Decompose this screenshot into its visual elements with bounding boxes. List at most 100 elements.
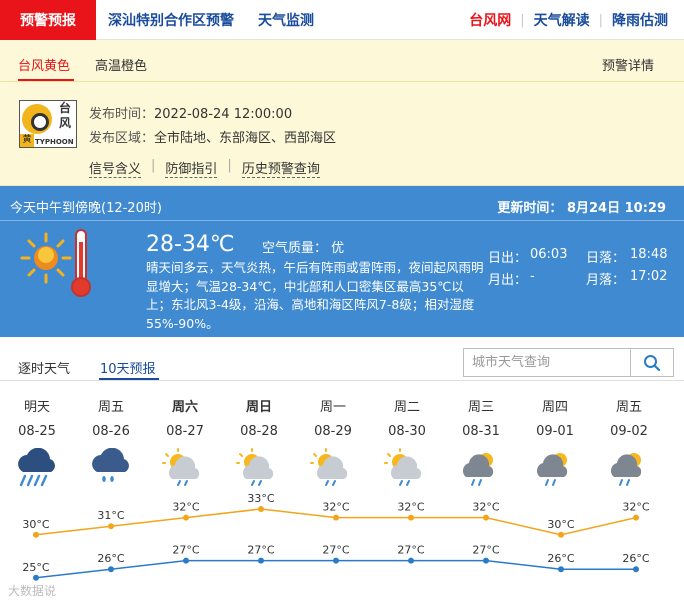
nav-tab-warning[interactable]: 预警预报 bbox=[0, 0, 96, 40]
forecast-day-column: 周二 08-30 bbox=[370, 396, 444, 488]
publish-area-label: 发布区域： bbox=[89, 131, 155, 146]
sunset-label: 日落： bbox=[586, 251, 626, 266]
nav-link-typhoon[interactable]: 台风网 bbox=[469, 10, 511, 30]
today-weather-panel: 今天中午到傍晚(12-20时) 更新时间： 8月24日 10:29 28-34℃… bbox=[0, 186, 684, 337]
sunset-time: 18:48 bbox=[630, 247, 668, 262]
low-temp-point bbox=[333, 557, 339, 564]
low-temp-point bbox=[408, 557, 414, 564]
tab-10-day[interactable]: 10天预报 bbox=[100, 358, 156, 377]
low-temp-label: 26°C bbox=[547, 552, 574, 565]
history-query-link[interactable]: 历史预警查询 bbox=[241, 158, 320, 178]
day-weekday: 周五 bbox=[615, 400, 642, 415]
low-temp-label: 27°C bbox=[247, 544, 274, 557]
publish-time-value: 2022-08-24 12:00:00 bbox=[154, 107, 293, 122]
low-temp-point bbox=[183, 557, 189, 564]
heavy-rain-icon bbox=[12, 447, 62, 488]
day-date: 09-02 bbox=[610, 424, 648, 439]
sun-cloud-rain-icon bbox=[308, 448, 358, 488]
day-weekday: 周三 bbox=[467, 400, 494, 415]
low-temp-label: 27°C bbox=[172, 544, 199, 557]
low-temp-point bbox=[33, 574, 39, 581]
nav-separator: | bbox=[520, 12, 525, 28]
high-temp-point bbox=[408, 514, 414, 521]
day-weekday: 周二 bbox=[393, 400, 420, 415]
nav-separator: | bbox=[598, 12, 603, 28]
day-date: 08-31 bbox=[462, 424, 500, 439]
high-temp-point bbox=[183, 514, 189, 521]
tab-typhoon-yellow[interactable]: 台风黄色 bbox=[18, 55, 70, 74]
tab-hourly[interactable]: 逐时天气 bbox=[18, 358, 70, 377]
warning-tabs: 台风黄色 高温橙色 预警详情 bbox=[0, 40, 684, 82]
forecast-day-column: 周三 08-31 bbox=[444, 396, 518, 488]
moonrise-label: 月出： bbox=[488, 273, 528, 288]
moonset-time: 17:02 bbox=[630, 269, 668, 284]
high-temp-label: 30°C bbox=[22, 518, 49, 531]
high-temp-label: 32°C bbox=[622, 501, 649, 514]
top-nav: 预警预报 深汕特别合作区预警 天气监测 台风网 | 天气解读 | 降雨估测 bbox=[0, 0, 684, 40]
sun-cloud-shower-icon bbox=[530, 448, 580, 488]
forecast-day-column: 周五 08-26 bbox=[74, 396, 148, 488]
sun-cloud-rain-icon bbox=[234, 448, 284, 488]
badge-level: 黄 bbox=[20, 134, 34, 147]
publish-area-value: 全市陆地、东部海区、西部海区 bbox=[154, 131, 337, 146]
nav-right-links: 台风网 | 天气解读 | 降雨估测 bbox=[469, 0, 668, 40]
nav-link-interpretation[interactable]: 天气解读 bbox=[534, 10, 590, 30]
high-temp-point bbox=[33, 531, 39, 538]
sun-cloud-shower-icon bbox=[456, 448, 506, 488]
low-temp-label: 27°C bbox=[322, 544, 349, 557]
sun-cloud-rain-icon bbox=[160, 448, 210, 488]
forecast-day-column: 周四 09-01 bbox=[518, 396, 592, 488]
high-temp-point bbox=[483, 514, 489, 521]
signal-meaning-link[interactable]: 信号含义 bbox=[89, 158, 142, 178]
typhoon-swirl-icon bbox=[22, 104, 52, 134]
air-quality: 空气质量： 优 bbox=[262, 241, 345, 256]
divider bbox=[0, 220, 684, 221]
forecast-day-column: 周五 09-02 bbox=[592, 396, 666, 488]
low-temp-point bbox=[633, 566, 639, 573]
high-temp-point bbox=[108, 523, 114, 530]
warning-links: 信号含义 | 防御指引 | 历史预警查询 bbox=[89, 158, 320, 178]
high-temp-label: 33°C bbox=[247, 492, 274, 505]
low-temp-label: 26°C bbox=[97, 552, 124, 565]
badge-title: 台风 bbox=[58, 101, 71, 130]
nav-link-monitor[interactable]: 天气监测 bbox=[258, 10, 314, 30]
high-temp-point bbox=[258, 506, 264, 512]
search-icon bbox=[644, 354, 661, 371]
today-description: 晴天间多云，天气炎热，午后有阵雨或雷阵雨，夜间起风雨明显增大；气温28-34℃，… bbox=[146, 260, 484, 331]
day-date: 08-26 bbox=[92, 424, 130, 439]
forecast-day-column: 周六 08-27 bbox=[148, 396, 222, 488]
today-temperature: 28-34℃ bbox=[146, 232, 235, 257]
forecast-day-column: 周日 08-28 bbox=[222, 396, 296, 488]
divider bbox=[0, 380, 684, 381]
nav-link-shenshan[interactable]: 深汕特别合作区预警 bbox=[108, 10, 234, 30]
low-temp-point bbox=[258, 557, 264, 564]
sun-cloud-shower-icon bbox=[604, 448, 654, 488]
divider bbox=[0, 81, 684, 82]
high-temp-point bbox=[333, 514, 339, 521]
moonrise-time: - bbox=[530, 269, 535, 284]
high-temp-label: 32°C bbox=[322, 501, 349, 514]
link-separator: | bbox=[151, 158, 156, 173]
high-temp-label: 32°C bbox=[397, 501, 424, 514]
defense-guide-link[interactable]: 防御指引 bbox=[165, 158, 218, 178]
day-date: 08-30 bbox=[388, 424, 426, 439]
high-temp-point bbox=[558, 531, 564, 538]
low-temp-point bbox=[108, 566, 114, 573]
city-search-input[interactable] bbox=[464, 349, 631, 376]
day-date: 08-27 bbox=[166, 424, 204, 439]
search-button[interactable] bbox=[630, 349, 673, 376]
today-period: 今天中午到傍晚(12-20时) bbox=[10, 201, 162, 216]
day-date: 08-25 bbox=[18, 424, 56, 439]
low-temp-point bbox=[558, 566, 564, 573]
high-temp-label: 31°C bbox=[97, 509, 124, 522]
high-temp-label: 32°C bbox=[172, 501, 199, 514]
watermark: 大数据说 bbox=[8, 584, 57, 598]
warning-detail-link[interactable]: 预警详情 bbox=[602, 55, 654, 74]
nav-link-rain-estimate[interactable]: 降雨估测 bbox=[612, 10, 668, 30]
publish-time-row: 发布时间：2022-08-24 12:00:00 bbox=[89, 103, 292, 122]
day-weekday: 周一 bbox=[319, 400, 346, 415]
low-temp-label: 25°C bbox=[22, 561, 49, 574]
low-temp-label: 27°C bbox=[397, 544, 424, 557]
forecast-day-column: 明天 08-25 bbox=[0, 396, 74, 488]
tab-heat-orange[interactable]: 高温橙色 bbox=[95, 55, 147, 74]
